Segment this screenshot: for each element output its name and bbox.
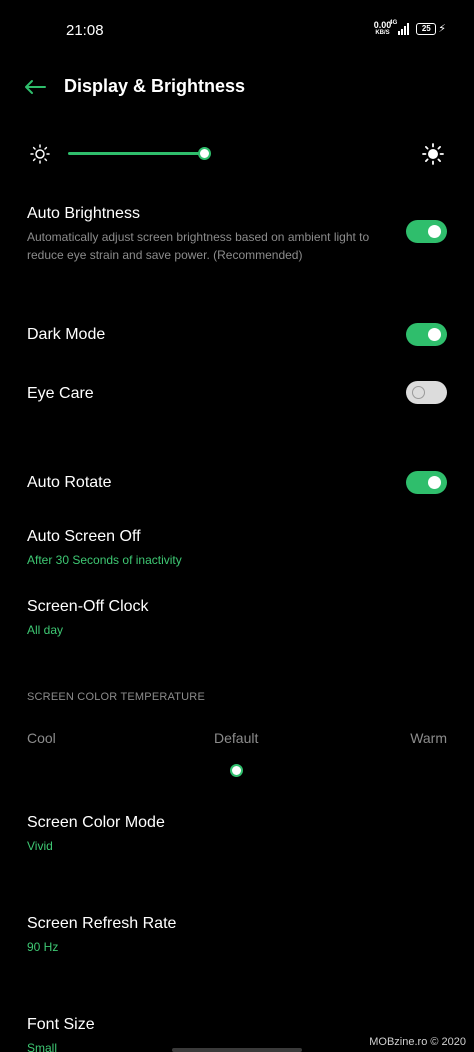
auto-brightness-description: Automatically adjust screen brightness b… [27, 230, 370, 262]
network-type: 4G [389, 19, 398, 26]
auto-rotate-toggle[interactable] [406, 471, 447, 494]
auto-screen-off-title: Auto Screen Off [27, 528, 141, 545]
screen-color-mode-row[interactable]: Screen Color Mode Vivid [0, 811, 474, 856]
temperature-cool-label: Cool [27, 730, 56, 746]
auto-screen-off-row[interactable]: Auto Screen Off After 30 Seconds of inac… [0, 525, 474, 570]
brightness-slider-thumb[interactable] [198, 147, 211, 160]
temperature-default-label: Default [214, 730, 259, 746]
back-button[interactable] [20, 72, 50, 102]
status-bar: 21:08 0.00 KB/S 4G 25 ⚡ [0, 0, 474, 60]
brightness-slider-track[interactable] [68, 152, 205, 155]
network-speed-unit: KB/S [375, 30, 390, 36]
auto-rotate-title: Auto Rotate [27, 474, 112, 491]
sun-large-icon [422, 143, 444, 165]
eye-care-toggle[interactable] [406, 381, 447, 404]
screen-refresh-rate-value: 90 Hz [27, 940, 59, 954]
sun-small-icon [30, 144, 50, 164]
screen-off-clock-value: All day [27, 623, 64, 637]
app-header: Display & Brightness [0, 66, 474, 108]
eye-care-row[interactable]: Eye Care [0, 378, 474, 408]
status-icons: 0.00 KB/S 4G 25 ⚡ [374, 20, 446, 37]
signal-icon: 4G [389, 20, 410, 35]
charging-icon: ⚡ [438, 23, 446, 35]
screen-color-mode-title: Screen Color Mode [27, 814, 165, 831]
brightness-slider-row [0, 140, 474, 170]
screen-refresh-rate-title: Screen Refresh Rate [27, 915, 177, 932]
screen-color-mode-value: Vivid [27, 839, 53, 853]
dark-mode-toggle[interactable] [406, 323, 447, 346]
font-size-title: Font Size [27, 1016, 95, 1033]
temperature-warm-label: Warm [410, 730, 447, 746]
screen-refresh-rate-row[interactable]: Screen Refresh Rate 90 Hz [0, 912, 474, 957]
dark-mode-title: Dark Mode [27, 326, 106, 343]
screen-off-clock-title: Screen-Off Clock [27, 598, 149, 615]
color-temperature-header: SCREEN COLOR TEMPERATURE [27, 691, 205, 703]
auto-brightness-title: Auto Brightness [27, 205, 140, 222]
font-size-value: Small [27, 1041, 58, 1052]
auto-brightness-toggle[interactable] [406, 220, 447, 243]
eye-care-title: Eye Care [27, 385, 94, 402]
arrow-left-icon [25, 80, 46, 94]
color-temperature-labels: Cool Default Warm [0, 730, 474, 750]
dark-mode-row[interactable]: Dark Mode [0, 320, 474, 350]
auto-screen-off-value: After 30 Seconds of inactivity [27, 553, 182, 567]
page-title: Display & Brightness [64, 76, 246, 96]
home-indicator[interactable] [172, 1048, 302, 1052]
screen-off-clock-row[interactable]: Screen-Off Clock All day [0, 595, 474, 640]
watermark: MOBzine.ro © 2020 [369, 1036, 466, 1048]
status-time: 21:08 [66, 22, 104, 39]
battery-level: 25 [416, 22, 437, 35]
battery-icon: 25 ⚡ [416, 22, 446, 35]
color-temperature-slider-thumb[interactable] [230, 764, 243, 777]
auto-brightness-row[interactable]: Auto Brightness Automatically adjust scr… [0, 200, 474, 270]
auto-rotate-row[interactable]: Auto Rotate [0, 468, 474, 498]
